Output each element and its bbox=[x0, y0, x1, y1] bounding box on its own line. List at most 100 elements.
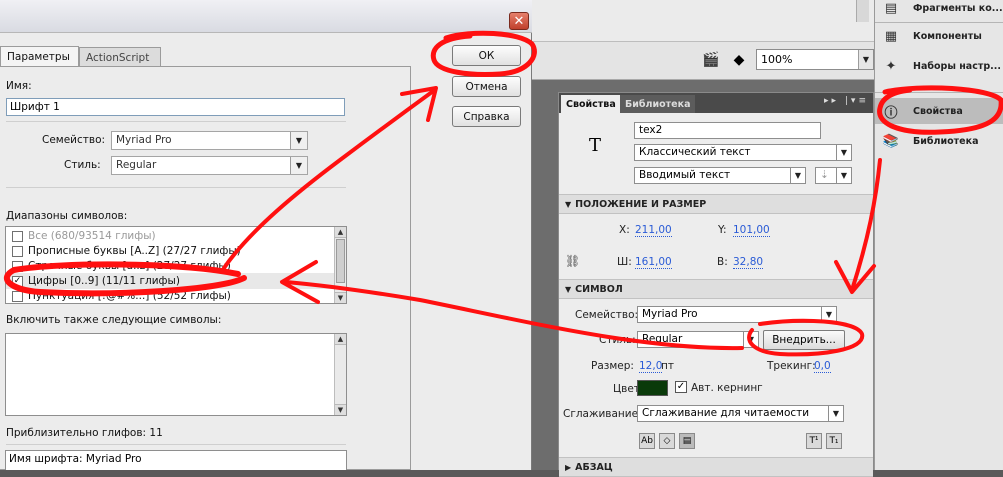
height-value[interactable]: 32,80 bbox=[733, 256, 764, 269]
size-unit: пт bbox=[661, 360, 674, 372]
tracking-value[interactable]: 0,0 bbox=[814, 360, 831, 373]
font-style-select[interactable]: Regular ▼ bbox=[111, 156, 308, 175]
section-title: СИМВОЛ bbox=[575, 283, 623, 295]
height-label: В: bbox=[717, 256, 728, 268]
x-value[interactable]: 211,00 bbox=[635, 224, 672, 237]
ok-button[interactable]: ОК bbox=[452, 45, 521, 66]
dock-item-components[interactable]: ▦ Компоненты bbox=[881, 24, 1003, 48]
text-type-value: Вводимый текст bbox=[639, 169, 731, 181]
embed-button[interactable]: Внедрить... bbox=[763, 330, 845, 350]
scroll-up-icon[interactable]: ▲ bbox=[335, 334, 346, 345]
section-position-size[interactable]: ▼ ПОЛОЖЕНИЕ И РАЗМЕР bbox=[559, 194, 873, 214]
y-value[interactable]: 101,00 bbox=[733, 224, 770, 237]
font-family-select[interactable]: Myriad Pro ▼ bbox=[637, 306, 837, 323]
section-title: ПОЛОЖЕНИЕ И РАЗМЕР bbox=[575, 198, 707, 210]
subscript-icon[interactable]: T₁ bbox=[826, 433, 842, 449]
close-icon[interactable]: ✕ bbox=[509, 12, 529, 30]
instance-name-input[interactable]: tex2 bbox=[634, 122, 821, 139]
ranges-label: Диапазоны символов: bbox=[6, 210, 128, 222]
list-item[interactable]: ✓ Цифры [0..9] (11/11 глифы) bbox=[6, 273, 336, 289]
char-ranges-list[interactable]: Все (680/93514 глифы) Прописные буквы [A… bbox=[5, 226, 347, 304]
link-dimensions-icon[interactable]: ⛓ bbox=[565, 254, 580, 268]
text-color-swatch[interactable] bbox=[637, 380, 668, 396]
font-name-input[interactable]: Шрифт 1 bbox=[6, 98, 345, 116]
chevron-down-icon[interactable]: ▼ bbox=[290, 132, 307, 149]
antialias-select[interactable]: Сглаживание для читаемости ▼ bbox=[637, 405, 844, 422]
tab-library[interactable]: Библиотека bbox=[620, 95, 696, 113]
font-family-select[interactable]: Myriad Pro ▼ bbox=[111, 131, 308, 150]
tab-actionscript[interactable]: ActionScript bbox=[79, 47, 161, 67]
chevron-down-icon[interactable]: ▼ bbox=[821, 307, 836, 322]
scroll-up-icon[interactable]: ▲ bbox=[335, 227, 346, 238]
checkbox[interactable] bbox=[12, 290, 23, 302]
selectable-text-icon[interactable]: Ab bbox=[639, 433, 655, 449]
range-label: Строчные буквы [a..z] (27/27 глифы) bbox=[28, 260, 231, 272]
scroll-thumb[interactable] bbox=[336, 239, 345, 283]
chevron-down-icon[interactable]: ▼ bbox=[858, 50, 873, 69]
text-tool-icon: T bbox=[589, 135, 602, 156]
divider bbox=[6, 121, 346, 122]
text-engine-select[interactable]: Классический текст ▼ bbox=[634, 144, 852, 161]
chevron-down-icon[interactable]: ▼ bbox=[743, 332, 758, 347]
panel-menu-icon[interactable]: ▸▸ |▾≡ bbox=[824, 96, 869, 106]
dock-item-label: Фрагменты ко... bbox=[913, 2, 1003, 14]
section-paragraph[interactable]: ▶ АБЗАЦ bbox=[559, 457, 873, 477]
checkbox[interactable] bbox=[12, 245, 23, 257]
extra-chars-textarea[interactable]: ▲ ▼ bbox=[5, 333, 347, 416]
chevron-down-icon[interactable]: ▼ bbox=[828, 406, 843, 421]
scroll-down-icon[interactable]: ▼ bbox=[335, 292, 346, 303]
checkbox[interactable] bbox=[12, 260, 23, 272]
tab-properties[interactable]: Свойства bbox=[561, 95, 621, 113]
chevron-down-icon[interactable]: ▼ bbox=[836, 145, 851, 160]
dock-item-presets[interactable]: ✦ Наборы настр... bbox=[881, 54, 1003, 78]
components-icon: ▦ bbox=[884, 28, 898, 44]
chevron-down-icon[interactable]: ▼ bbox=[290, 157, 307, 174]
help-button[interactable]: Справка bbox=[452, 106, 521, 127]
text-type-select[interactable]: Вводимый текст ▼ bbox=[634, 167, 806, 184]
checkbox-checked[interactable]: ✓ bbox=[12, 275, 23, 287]
stage-scrollbar[interactable] bbox=[856, 0, 869, 22]
name-label: Имя: bbox=[6, 80, 32, 92]
textarea-scrollbar[interactable]: ▲ ▼ bbox=[334, 334, 346, 415]
font-style-value: Regular bbox=[642, 333, 683, 345]
section-symbol[interactable]: ▼ СИМВОЛ bbox=[559, 279, 873, 299]
font-info-box: Имя шрифта: Myriad Pro bbox=[5, 450, 347, 470]
antialias-value: Сглаживание для читаемости bbox=[642, 407, 810, 419]
dock-item-properties[interactable]: ⓘ Свойства bbox=[881, 99, 1003, 123]
superscript-icon[interactable]: T¹ bbox=[806, 433, 822, 449]
dock-item-code-snippets[interactable]: ▤ Фрагменты ко... bbox=[881, 0, 1003, 20]
list-scrollbar[interactable]: ▲ ▼ bbox=[334, 227, 346, 303]
presets-icon: ✦ bbox=[885, 58, 897, 74]
cancel-button[interactable]: Отмена bbox=[452, 76, 521, 97]
zoom-select[interactable]: 100% ▼ bbox=[756, 49, 874, 70]
width-value[interactable]: 161,00 bbox=[635, 256, 672, 269]
extra-chars-label: Включить также следующие символы: bbox=[6, 314, 222, 326]
font-style-select[interactable]: Regular ▼ bbox=[637, 331, 759, 348]
show-border-icon[interactable]: ▤ bbox=[679, 433, 695, 449]
autokern-checkbox[interactable]: ✓ bbox=[675, 381, 687, 393]
section-title: АБЗАЦ bbox=[575, 461, 613, 473]
tracking-label: Трекинг: bbox=[767, 360, 816, 372]
scroll-down-icon[interactable]: ▼ bbox=[335, 404, 346, 415]
y-label: Y: bbox=[718, 224, 727, 236]
panel-dock: ▤ Фрагменты ко... ▦ Компоненты ✦ Наборы … bbox=[874, 0, 1003, 470]
list-item[interactable]: Прописные буквы [A..Z] (27/27 глифы) bbox=[6, 243, 336, 259]
list-item[interactable]: Пунктуация [!@#%...] (52/52 глифы) bbox=[6, 288, 336, 303]
font-info-line: Имя шрифта: Myriad Pro bbox=[9, 453, 142, 465]
size-value[interactable]: 12,0 bbox=[639, 360, 663, 373]
chevron-down-icon[interactable]: ▼ bbox=[790, 168, 805, 183]
properties-panel: Свойства Библиотека ▸▸ |▾≡ T tex2 Класси… bbox=[558, 92, 874, 477]
edit-scene-icon[interactable]: 🎬 bbox=[700, 50, 722, 70]
edit-symbols-icon[interactable]: ◆ bbox=[728, 50, 750, 70]
render-html-icon[interactable]: ◇ bbox=[659, 433, 675, 449]
tab-parameters[interactable]: Параметры bbox=[0, 46, 79, 67]
line-type-select[interactable]: ⇣ ▼ bbox=[815, 167, 852, 184]
divider bbox=[6, 444, 346, 445]
divider bbox=[875, 92, 1003, 93]
list-item[interactable]: Строчные буквы [a..z] (27/27 глифы) bbox=[6, 258, 336, 274]
checkbox[interactable] bbox=[12, 230, 23, 242]
list-item[interactable]: Все (680/93514 глифы) bbox=[6, 228, 336, 244]
chevron-down-icon[interactable]: ▼ bbox=[836, 168, 851, 183]
dock-item-library[interactable]: 📚 Библиотека bbox=[881, 129, 1003, 153]
dialog-titlebar[interactable] bbox=[0, 0, 532, 33]
